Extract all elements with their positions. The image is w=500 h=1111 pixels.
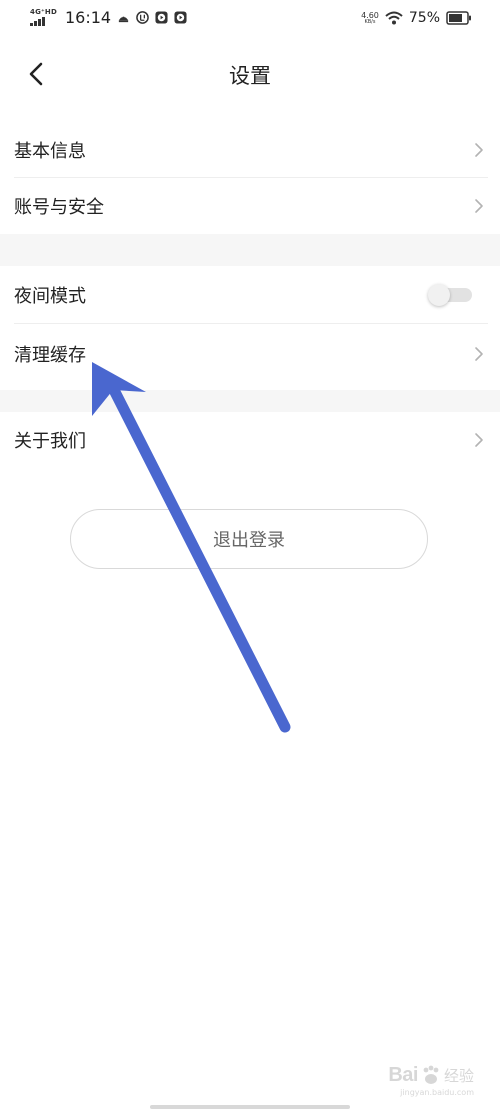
page-title: 设置 [229,64,271,88]
network-indicator: 4G⁺HD [30,9,57,26]
night-mode-toggle[interactable] [428,284,472,306]
status-bar: 4G⁺HD 16:14 4.60 KB/s 75% [0,0,500,40]
settings-group-3: 关于我们 [0,412,500,468]
network-type: 4G⁺HD [30,8,57,16]
logout-button[interactable]: 退出登录 [70,509,428,569]
speed-unit: KB/s [364,18,376,25]
row-label: 夜间模式 [14,286,86,307]
status-time: 16:14 [64,8,112,27]
settings-row-account-security[interactable]: 账号与安全 [14,178,500,234]
row-label: 清理缓存 [14,345,86,366]
settings-row-clear-cache[interactable]: 清理缓存 [14,324,500,384]
app-notification-icon [118,15,129,23]
settings-group-2: 夜间模式 清理缓存 [0,266,500,390]
signal-icon [30,17,45,26]
settings-group-1: 基本信息 账号与安全 [0,122,500,234]
status-left: 4G⁺HD 16:14 [30,8,187,27]
row-label: 账号与安全 [14,197,104,218]
chevron-right-icon [475,433,483,447]
settings-row-night-mode: 夜间模式 [14,266,500,324]
status-right: 4.60 KB/s 75% [361,10,472,26]
settings-row-about-us[interactable]: 关于我们 [14,412,500,468]
wifi-icon [385,11,403,25]
battery-icon [446,11,471,25]
app-icon [136,11,149,24]
row-label: 基本信息 [14,141,86,162]
watermark-suffix: 经验 [443,1067,474,1085]
battery-percent: 75% [408,10,440,26]
toggle-knob [428,284,450,306]
network-speed: 4.60 KB/s [361,11,379,25]
play-notification-icon-2 [174,11,187,24]
paw-logo-icon [423,1065,439,1084]
home-indicator[interactable] [150,1105,350,1109]
nav-header: 设置 [0,50,500,100]
group-separator [0,390,500,412]
baidu-jingyan-watermark: Bai 经验 jingyan.baidu.com [388,1064,474,1097]
watermark-url: jingyan.baidu.com [400,1088,474,1097]
play-notification-icon [155,11,168,24]
watermark-brand: Bai [388,1064,418,1086]
row-label: 关于我们 [14,431,86,452]
logout-label: 退出登录 [213,530,285,551]
chevron-right-icon [475,199,483,213]
group-separator [0,234,500,266]
chevron-right-icon [475,143,483,157]
chevron-right-icon [475,347,483,361]
settings-row-basic-info[interactable]: 基本信息 [14,122,500,178]
